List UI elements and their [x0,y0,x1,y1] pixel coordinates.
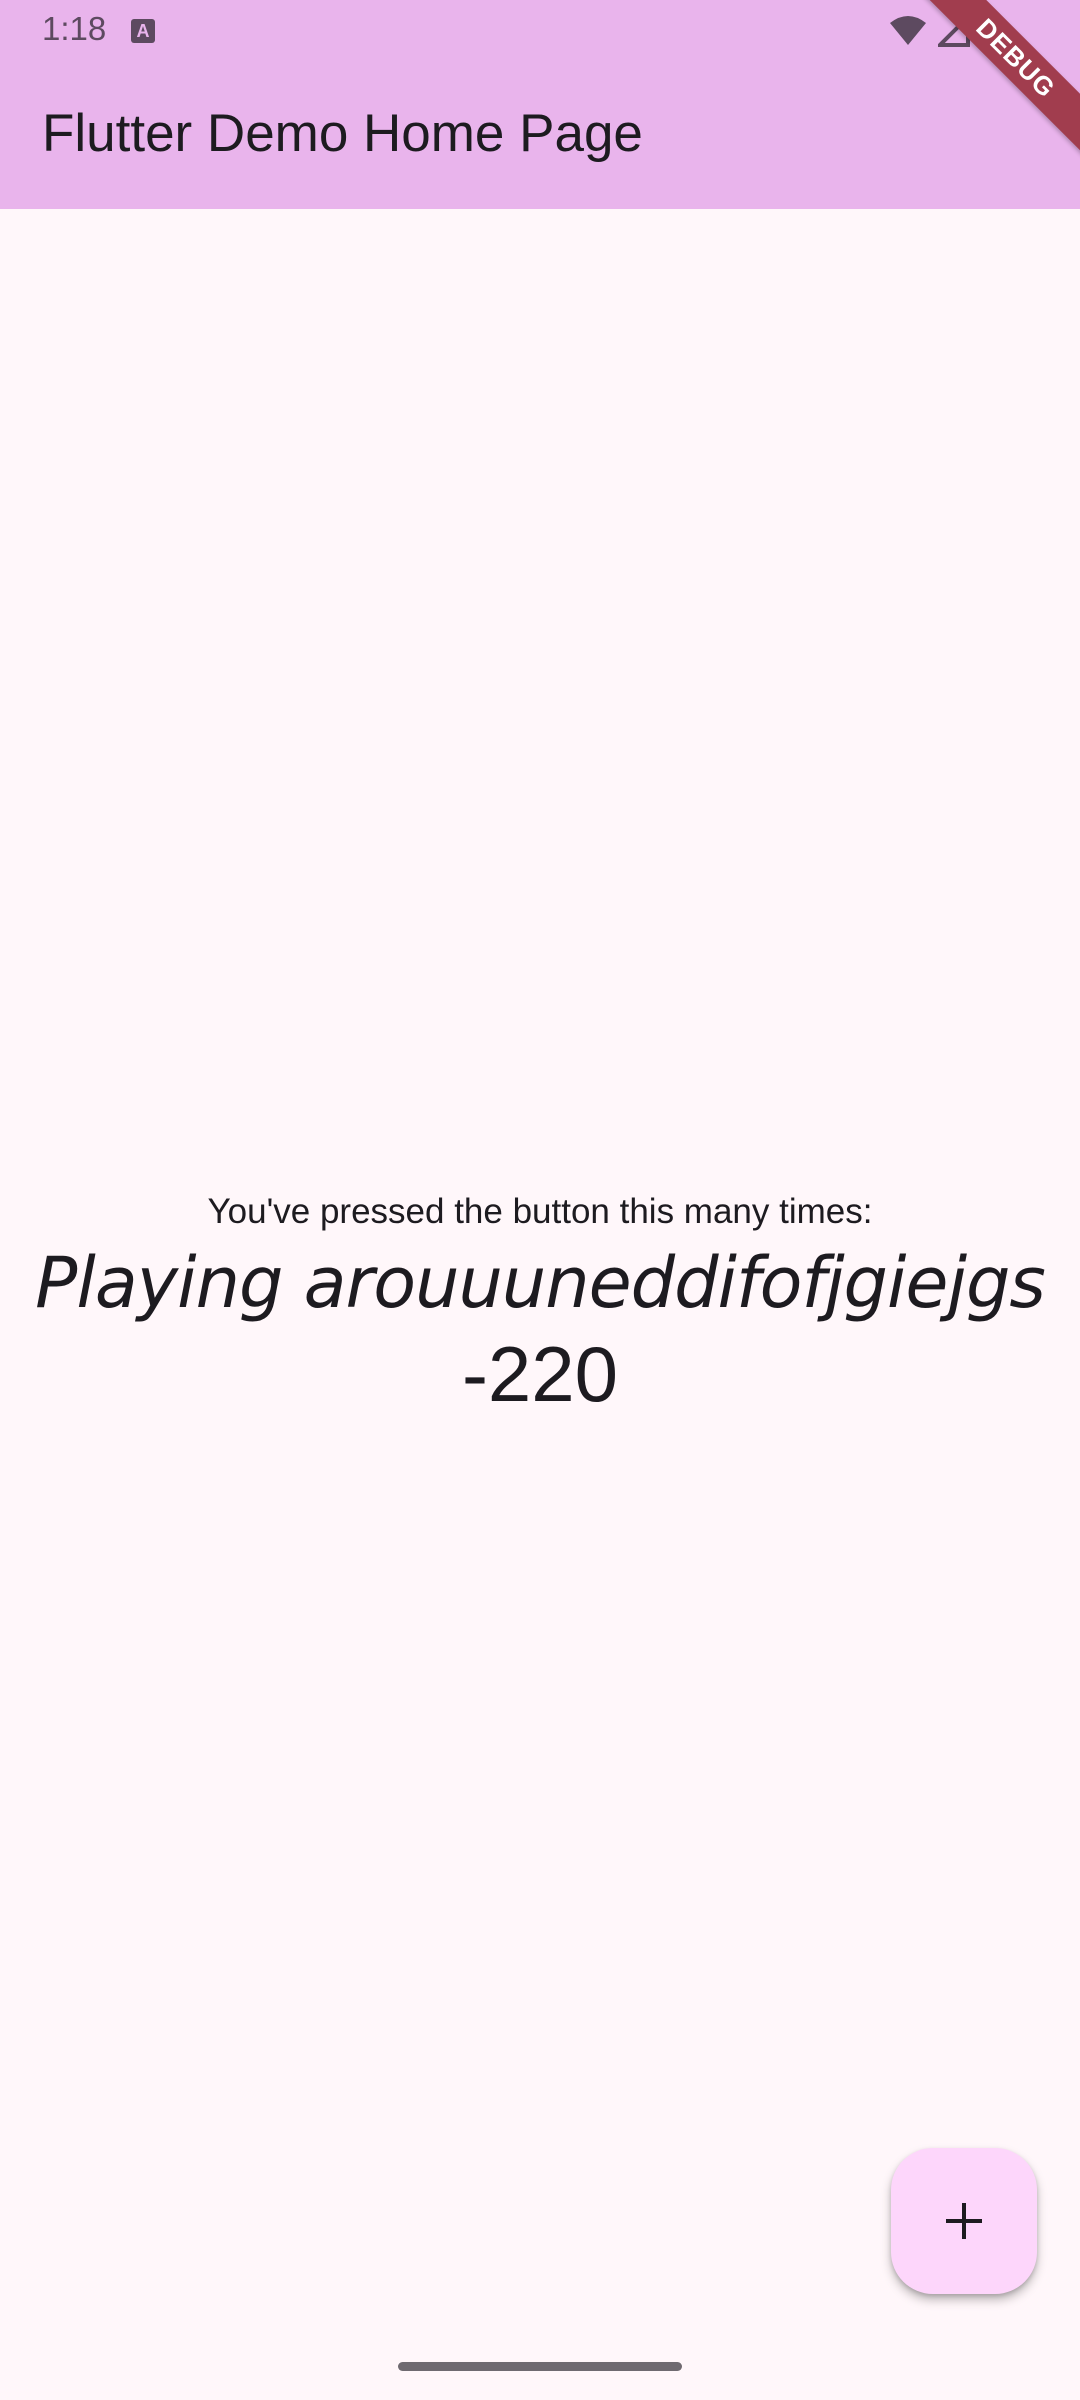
cell-signal-icon [938,15,970,47]
counter-caption: You've pressed the button this many time… [207,1192,873,1231]
app-bar: Flutter Demo Home Page [0,62,1080,209]
home-indicator[interactable] [398,2362,682,2371]
counter-value: -220 [461,1330,619,1418]
playing-text: Playing arouuuneddifofjgiejgs [35,1242,1046,1324]
increment-button[interactable] [891,2148,1037,2294]
page-title: Flutter Demo Home Page [42,104,643,163]
counter-content: You've pressed the button this many time… [0,1190,1080,1420]
wifi-icon [890,16,926,45]
status-icons [888,12,1000,50]
plus-icon [946,2203,982,2239]
status-bar: 1:18 A [0,0,1080,62]
battery-icon [980,14,1000,48]
status-time: 1:18 [42,10,107,47]
notification-app-icon: A [131,19,155,43]
